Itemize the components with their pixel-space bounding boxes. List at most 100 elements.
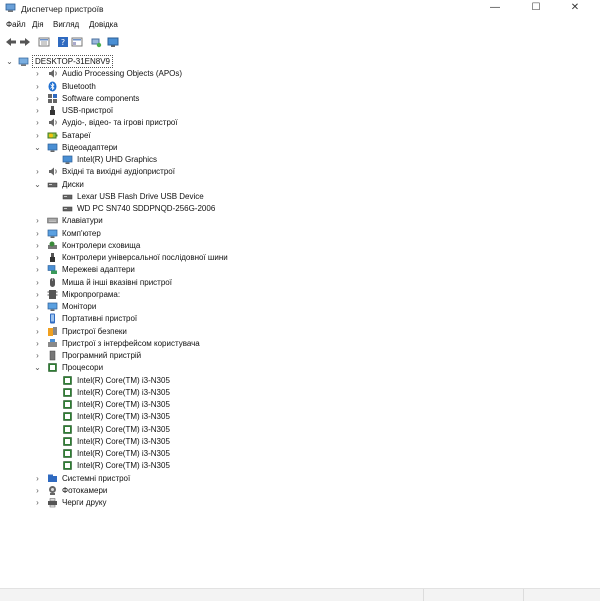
chevron-right-icon[interactable]: › xyxy=(33,349,42,362)
tree-category[interactable]: › Програмний пристрій xyxy=(0,349,600,362)
chevron-down-icon[interactable]: ⌄ xyxy=(33,361,42,374)
chevron-down-icon[interactable]: ⌄ xyxy=(33,141,42,154)
tree-category[interactable]: › Контролери універсальної послідовної ши… xyxy=(0,251,600,264)
tree-device[interactable]: Intel(R) Core(TM) i3-N305 xyxy=(0,386,600,399)
tree-category[interactable]: ⌄ Диски xyxy=(0,178,600,191)
tree-device[interactable]: WD PC SN740 SDDPNQD-256G-2006 xyxy=(0,202,600,215)
menu-file[interactable]: Файл xyxy=(6,20,26,29)
monitor-icon[interactable] xyxy=(107,36,119,48)
chevron-right-icon[interactable]: › xyxy=(33,484,42,497)
chevron-right-icon[interactable]: › xyxy=(33,300,42,313)
status-separator xyxy=(523,589,524,601)
disk-icon xyxy=(47,182,58,187)
scan-hardware-icon[interactable] xyxy=(90,36,102,48)
menu-help[interactable]: Довідка xyxy=(89,20,118,29)
menu-action[interactable]: Дія xyxy=(32,20,44,29)
chevron-right-icon[interactable]: › xyxy=(33,80,42,93)
title-bar: Диспетчер пристроїв — ☐ ✕ xyxy=(0,0,600,17)
chevron-right-icon[interactable]: › xyxy=(33,239,42,252)
cpu-icon xyxy=(63,424,72,434)
properties-icon[interactable] xyxy=(38,36,50,48)
tree-category[interactable]: › Вхідні та вихідні аудіопристрої xyxy=(0,165,600,178)
tree-category[interactable]: › USB-пристрої xyxy=(0,104,600,117)
tree-category[interactable]: › Монітори xyxy=(0,300,600,313)
display-icon xyxy=(62,155,73,164)
close-button[interactable]: ✕ xyxy=(556,0,594,17)
tree-device[interactable]: Intel(R) Core(TM) i3-N305 xyxy=(0,410,600,423)
chevron-right-icon[interactable]: › xyxy=(33,288,42,301)
tree-category[interactable]: › Портативні пристрої xyxy=(0,312,600,325)
network-icon xyxy=(47,265,57,275)
chevron-right-icon[interactable]: › xyxy=(33,67,42,80)
tree-category[interactable]: › Software components xyxy=(0,92,600,105)
forward-arrow-icon[interactable] xyxy=(19,36,31,48)
category-label: Audio Processing Objects (APOs) xyxy=(62,69,183,79)
cpu-icon xyxy=(63,449,72,458)
tree-category[interactable]: › Черги друку xyxy=(0,496,600,509)
chevron-right-icon[interactable]: › xyxy=(33,337,42,350)
chevron-right-icon[interactable]: › xyxy=(33,92,42,105)
tree-category[interactable]: › Комп'ютер xyxy=(0,227,600,240)
tree-category[interactable]: ⌄ Відеоадаптери xyxy=(0,141,600,154)
monitor-icon xyxy=(47,302,58,311)
disk-icon xyxy=(62,206,73,212)
tree-device[interactable]: Intel(R) Core(TM) i3-N305 xyxy=(0,374,600,387)
tree-root[interactable]: ⌄ DESKTOP-31EN8V9 xyxy=(0,55,600,68)
chevron-right-icon[interactable]: › xyxy=(33,116,42,129)
chevron-right-icon[interactable]: › xyxy=(33,325,42,338)
chevron-right-icon[interactable]: › xyxy=(33,312,42,325)
chevron-down-icon[interactable]: ⌄ xyxy=(33,178,42,191)
device-label: WD PC SN740 SDDPNQD-256G-2006 xyxy=(77,204,216,213)
tree-device[interactable]: Intel(R) Core(TM) i3-N305 xyxy=(0,435,600,448)
chevron-right-icon[interactable]: › xyxy=(33,472,42,485)
category-label: Процесори xyxy=(62,363,104,373)
chevron-right-icon[interactable]: › xyxy=(33,165,42,178)
tree-category[interactable]: › Мікропрограма: xyxy=(0,288,600,301)
tree-device[interactable]: Intel(R) Core(TM) i3-N305 xyxy=(0,459,600,472)
minimize-button[interactable]: — xyxy=(476,0,514,17)
chevron-right-icon[interactable]: › xyxy=(33,227,42,240)
tree-category[interactable]: › Аудіо-, відео- та ігрові пристрої xyxy=(0,116,600,129)
tree-category[interactable]: › Пристрої безпеки xyxy=(0,325,600,338)
chevron-down-icon[interactable]: ⌄ xyxy=(5,55,14,68)
view-icon[interactable] xyxy=(71,36,83,48)
tree-category[interactable]: › Фотокамери xyxy=(0,484,600,497)
category-label: Миша й інші вказівні пристрої xyxy=(62,277,172,287)
cpu-icon xyxy=(63,412,72,421)
tree-category[interactable]: › Мережеві адаптери xyxy=(0,263,600,276)
tree-category[interactable]: › Audio Processing Objects (APOs) xyxy=(0,67,600,80)
device-label: Intel(R) Core(TM) i3-N305 xyxy=(77,449,170,458)
category-label: Портативні пристрої xyxy=(62,314,138,324)
display-icon xyxy=(47,143,58,152)
chevron-right-icon[interactable]: › xyxy=(33,496,42,509)
maximize-button[interactable]: ☐ xyxy=(517,0,555,17)
chevron-right-icon[interactable]: › xyxy=(33,263,42,276)
software-device-icon xyxy=(49,350,56,361)
back-arrow-icon[interactable] xyxy=(5,36,17,48)
tree-category[interactable]: › Пристрої з інтерфейсом користувача xyxy=(0,337,600,350)
tree-device[interactable]: Intel(R) Core(TM) i3-N305 xyxy=(0,447,600,460)
cpu-icon xyxy=(63,375,72,385)
system-icon xyxy=(48,474,57,482)
tree-category[interactable]: › Клавіатури xyxy=(0,214,600,227)
tree-category[interactable]: › Батареї xyxy=(0,129,600,142)
chevron-right-icon[interactable]: › xyxy=(33,214,42,227)
menu-view[interactable]: Вигляд xyxy=(53,20,79,29)
tree-device[interactable]: Intel(R) Core(TM) i3-N305 xyxy=(0,398,600,411)
tree-category[interactable]: › Контролери сховища xyxy=(0,239,600,252)
tree-device[interactable]: Intel(R) Core(TM) i3-N305 xyxy=(0,423,600,436)
tree-device[interactable]: Intel(R) UHD Graphics xyxy=(0,153,600,166)
chevron-right-icon[interactable]: › xyxy=(33,276,42,289)
tree-category[interactable]: › Миша й інші вказівні пристрої xyxy=(0,276,600,289)
help-icon[interactable]: ? xyxy=(57,36,69,48)
tree-category[interactable]: › Bluetooth xyxy=(0,80,600,93)
chevron-right-icon[interactable]: › xyxy=(33,251,42,264)
tree-category[interactable]: ⌄ Процесори xyxy=(0,361,600,374)
tree-device[interactable]: Lexar USB Flash Drive USB Device xyxy=(0,190,600,203)
category-label: Вхідні та вихідні аудіопристрої xyxy=(62,167,175,177)
category-label: Мікропрограма: xyxy=(62,289,121,299)
chevron-right-icon[interactable]: › xyxy=(33,104,42,117)
usb-icon xyxy=(50,106,55,115)
tree-category[interactable]: › Системні пристрої xyxy=(0,472,600,485)
chevron-right-icon[interactable]: › xyxy=(33,129,42,142)
